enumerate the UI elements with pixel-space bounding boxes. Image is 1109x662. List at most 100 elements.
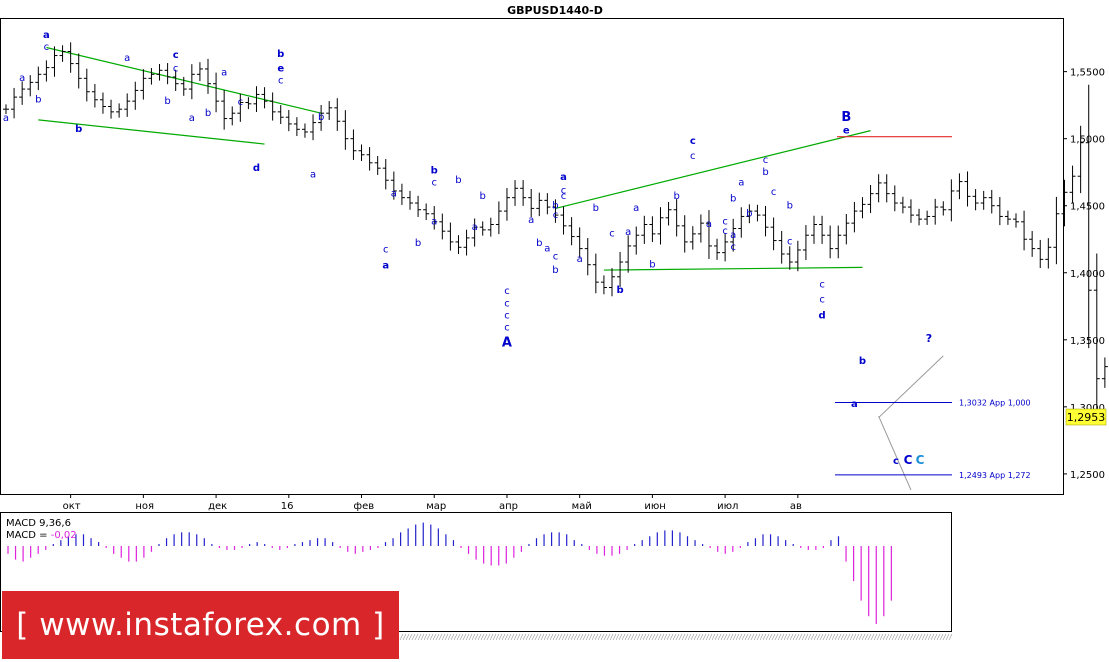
candle bbox=[907, 199, 914, 223]
scroll-hatch bbox=[654, 633, 659, 641]
wave-label: b bbox=[75, 124, 82, 135]
macd-label-settings: MACD 9,36,6 bbox=[6, 518, 71, 529]
scroll-hatch bbox=[624, 633, 629, 641]
candle bbox=[689, 226, 696, 250]
candle bbox=[673, 199, 680, 237]
scroll-hatch bbox=[795, 633, 800, 641]
candle bbox=[536, 192, 543, 217]
candle bbox=[423, 203, 430, 221]
scroll-hatch bbox=[486, 633, 491, 641]
scroll-hatch bbox=[720, 633, 725, 641]
scroll-hatch bbox=[825, 633, 830, 641]
scroll-hatch bbox=[600, 633, 605, 641]
candle bbox=[600, 275, 607, 295]
wave-label: b bbox=[164, 96, 170, 107]
scroll-hatch bbox=[927, 633, 932, 641]
scroll-hatch bbox=[783, 633, 788, 641]
scroll-hatch bbox=[699, 633, 704, 641]
scroll-hatch bbox=[708, 633, 713, 641]
scroll-hatch bbox=[621, 633, 626, 641]
x-tick-label: июл bbox=[717, 501, 738, 512]
scroll-hatch bbox=[861, 633, 866, 641]
candle bbox=[835, 225, 842, 259]
scroll-hatch bbox=[456, 633, 461, 641]
scroll-hatch bbox=[402, 633, 407, 641]
wave-label: a bbox=[431, 216, 437, 227]
wave-label: c bbox=[690, 136, 696, 147]
scroll-hatch bbox=[897, 633, 902, 641]
scroll-hatch bbox=[441, 633, 446, 641]
wave-label: c bbox=[771, 187, 777, 198]
wave-label: c bbox=[238, 97, 244, 108]
candle bbox=[1053, 196, 1060, 265]
scroll-hatch bbox=[612, 633, 617, 641]
scroll-hatch bbox=[945, 633, 950, 641]
wave-label: b bbox=[649, 259, 655, 270]
wave-label: a bbox=[391, 188, 397, 199]
candle bbox=[778, 230, 785, 264]
scroll-hatch bbox=[588, 633, 593, 641]
candle bbox=[859, 197, 866, 219]
scroll-hatch bbox=[759, 633, 764, 641]
scroll-hatch bbox=[540, 633, 545, 641]
scroll-hatch bbox=[552, 633, 557, 641]
scroll-hatch bbox=[510, 633, 515, 641]
scroll-hatch bbox=[582, 633, 587, 641]
scroll-hatch bbox=[501, 633, 506, 641]
wave-label: A bbox=[502, 336, 512, 351]
candle bbox=[447, 222, 454, 251]
scroll-hatch bbox=[411, 633, 416, 641]
candle bbox=[75, 53, 82, 89]
channel-lines bbox=[38, 46, 944, 491]
scroll-hatch bbox=[756, 633, 761, 641]
candle bbox=[99, 92, 106, 114]
candle bbox=[83, 68, 90, 102]
scroll-hatch bbox=[453, 633, 458, 641]
scroll-hatch bbox=[762, 633, 767, 641]
x-tick-label: ав bbox=[790, 501, 802, 512]
scroll-hatch bbox=[780, 633, 785, 641]
scroll-hatch bbox=[534, 633, 539, 641]
wave-label: a bbox=[43, 30, 50, 41]
candle bbox=[35, 66, 42, 91]
scroll-hatch bbox=[645, 633, 650, 641]
wave-label: b bbox=[762, 167, 768, 178]
scroll-hatch bbox=[405, 633, 410, 641]
scroll-hatch bbox=[678, 633, 683, 641]
scroll-hatch bbox=[741, 633, 746, 641]
scroll-hatch bbox=[657, 633, 662, 641]
chart-area: 1,2500 1,3000 1,3500 1,4000 1,4500 1,5000 1,55… bbox=[0, 0, 1109, 662]
scroll-hatch bbox=[633, 633, 638, 641]
scroll-hatch bbox=[471, 633, 476, 641]
candle bbox=[794, 240, 801, 272]
scroll-hatch bbox=[516, 633, 521, 641]
wave-label: a bbox=[189, 113, 195, 124]
candle bbox=[67, 42, 74, 73]
candle bbox=[948, 179, 955, 222]
wave-label: a bbox=[706, 219, 712, 230]
candle bbox=[867, 184, 874, 214]
scroll-hatch bbox=[882, 633, 887, 641]
scroll-hatch bbox=[630, 633, 635, 641]
chart-frame bbox=[0, 18, 1064, 632]
wave-label: b bbox=[859, 356, 866, 367]
scroll-hatch bbox=[450, 633, 455, 641]
candle bbox=[164, 63, 171, 85]
candle bbox=[463, 229, 470, 256]
candle bbox=[512, 180, 519, 206]
scroll-hatch bbox=[702, 633, 707, 641]
forecast-up-line bbox=[878, 355, 944, 418]
wave-label: b bbox=[593, 203, 599, 214]
candle bbox=[916, 208, 923, 226]
candle bbox=[988, 189, 995, 214]
candle bbox=[714, 238, 721, 260]
candle bbox=[285, 109, 292, 132]
candle bbox=[544, 193, 551, 215]
candle bbox=[568, 217, 575, 246]
scroll-hatch bbox=[417, 633, 422, 641]
scroll-hatch bbox=[636, 633, 641, 641]
wave-label: b bbox=[480, 191, 486, 202]
wave-label: c bbox=[819, 280, 825, 291]
scroll-hatch bbox=[597, 633, 602, 641]
x-tick-label: дек bbox=[208, 501, 227, 512]
